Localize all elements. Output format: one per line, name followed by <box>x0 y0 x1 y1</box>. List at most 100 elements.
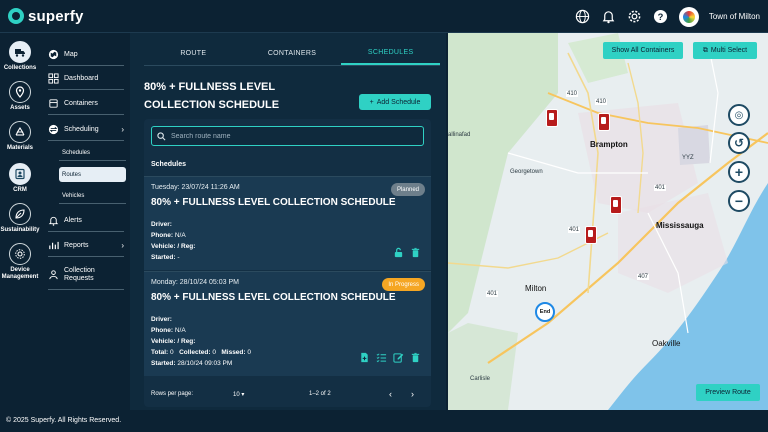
globe-icon[interactable] <box>575 9 591 25</box>
tab-containers[interactable]: CONTAINERS <box>243 41 342 65</box>
org-name[interactable]: Town of Milton <box>709 12 760 21</box>
started-label: Started: <box>151 360 176 367</box>
left-rail: Collections Assets Materials CRM Sustain… <box>0 33 40 410</box>
missed-value: 0 <box>247 349 251 356</box>
map-label-carlisle: Carlisle <box>470 376 491 382</box>
route-end-marker[interactable]: End <box>535 302 555 322</box>
rows-per-page-select[interactable]: 10 ▾ <box>233 391 244 398</box>
started-field: Started: - <box>151 254 180 261</box>
add-schedule-button[interactable]: + Add Schedule <box>359 94 431 110</box>
next-page-icon[interactable]: › <box>411 389 414 399</box>
schedule-card[interactable]: Monday: 28/10/24 05:03 PM 80% + FULLNESS… <box>144 271 431 376</box>
rail-item-assets[interactable]: Assets <box>0 81 40 112</box>
driver-label: Driver: <box>151 316 172 323</box>
chevron-right-icon: › <box>121 125 124 134</box>
top-bar: superfy ? Town of Milton <box>0 0 768 33</box>
map-label-mississauga: Mississauga <box>656 221 704 230</box>
started-label: Started: <box>151 254 176 261</box>
bell-icon[interactable] <box>601 9 617 25</box>
schedule-date: Tuesday: 23/07/24 11:26 AM <box>151 184 240 191</box>
started-field: Started: 28/10/24 09:03 PM <box>151 360 232 367</box>
tab-route[interactable]: ROUTE <box>144 41 243 65</box>
map-label-georgetown: Georgetown <box>510 169 543 175</box>
trash-icon[interactable] <box>410 247 421 258</box>
card-actions <box>359 352 421 363</box>
phone-label: Phone: <box>151 232 174 239</box>
locate-icon[interactable]: ◎ <box>728 104 750 126</box>
truck-icon <box>9 41 31 63</box>
highway-shield: 407 <box>637 274 650 280</box>
rail-item-collections[interactable]: Collections <box>0 41 40 72</box>
pin-icon <box>9 81 31 103</box>
chevron-right-icon: › <box>121 241 124 250</box>
rail-label: Collections <box>3 65 37 71</box>
rail-item-sustainability[interactable]: Sustainability <box>0 203 40 234</box>
brand-logo[interactable]: superfy <box>8 8 84 25</box>
nav-item-alerts[interactable]: Alerts <box>48 210 124 232</box>
map-label-oakville: Oakville <box>652 339 681 348</box>
gear-icon[interactable] <box>627 9 643 25</box>
nav-item-reports[interactable]: Reports › <box>48 235 124 257</box>
prev-page-icon[interactable]: ‹ <box>389 389 392 399</box>
highway-shield: 401 <box>486 291 499 297</box>
schedule-name: 80% + FULLNESS LEVEL COLLECTION SCHEDULE <box>151 197 396 208</box>
rail-label: CRM <box>13 187 27 193</box>
container-icon <box>49 99 58 108</box>
highway-shield: 401 <box>568 227 581 233</box>
checklist-icon[interactable] <box>376 352 387 363</box>
map-label-ballinafad: allinafad <box>448 132 471 138</box>
org-avatar[interactable] <box>678 6 699 27</box>
container-marker[interactable] <box>598 113 610 131</box>
nav-item-dashboard[interactable]: Dashboard <box>48 68 124 90</box>
nav-sub-vehicles[interactable]: Vehicles <box>59 189 126 204</box>
edit-icon[interactable] <box>393 352 404 363</box>
add-schedule-label: Add Schedule <box>376 98 421 106</box>
container-marker[interactable] <box>610 196 622 214</box>
rail-item-materials[interactable]: Materials <box>0 121 40 152</box>
collected-label: Collected: <box>179 349 211 356</box>
superfy-logo-icon <box>8 8 24 24</box>
nav-label: Map <box>64 51 78 58</box>
search-input[interactable] <box>171 132 411 140</box>
status-badge: In Progress <box>382 278 425 291</box>
container-marker[interactable] <box>585 226 597 244</box>
map-label-brampton: Brampton <box>590 140 628 149</box>
container-marker[interactable] <box>546 109 558 127</box>
unlock-icon[interactable] <box>393 247 404 258</box>
nav-item-scheduling[interactable]: Scheduling › <box>48 119 124 141</box>
nav-sub-schedules[interactable]: Schedules <box>59 146 126 161</box>
rail-item-device-management[interactable]: Device Management <box>0 243 40 281</box>
map-view[interactable]: Show All Containers ⧉ Multi Select ◎ ↺ +… <box>448 33 768 410</box>
nav-item-collection-requests[interactable]: Collection Requests <box>48 260 124 290</box>
multi-select-icon: ⧉ <box>702 46 708 54</box>
show-all-containers-button[interactable]: Show All Containers <box>603 42 683 59</box>
crm-icon <box>9 163 31 185</box>
nav-sub-routes[interactable]: Routes <box>59 167 126 182</box>
nav-item-containers[interactable]: Containers <box>48 93 124 115</box>
schedule-card[interactable]: Tuesday: 23/07/24 11:26 AM 80% + FULLNES… <box>144 176 431 270</box>
multi-select-button[interactable]: ⧉ Multi Select <box>693 42 757 59</box>
panel-tabs: ROUTE CONTAINERS SCHEDULES <box>144 41 441 66</box>
zoom-in-icon[interactable]: + <box>728 161 750 183</box>
driver-field: Driver: <box>151 316 172 323</box>
schedule-date: Monday: 28/10/24 05:03 PM <box>151 279 239 286</box>
map-label-milton: Milton <box>525 284 547 293</box>
help-icon[interactable]: ? <box>653 9 669 25</box>
multi-select-label: Multi Select <box>710 47 748 54</box>
add-document-icon[interactable] <box>359 352 370 363</box>
rail-item-crm[interactable]: CRM <box>0 163 40 194</box>
started-value: - <box>177 254 180 261</box>
reset-rotation-icon[interactable]: ↺ <box>728 132 750 154</box>
trash-icon[interactable] <box>410 352 421 363</box>
started-value: 28/10/24 09:03 PM <box>177 360 233 367</box>
nav-item-map[interactable]: Map <box>48 44 124 66</box>
tab-schedules[interactable]: SCHEDULES <box>341 41 441 65</box>
zoom-out-icon[interactable]: − <box>728 190 750 212</box>
vehicle-field: Vehicle: / Reg: <box>151 338 195 345</box>
missed-label: Missed: <box>221 349 246 356</box>
vehicle-value: / Reg: <box>177 243 196 250</box>
preview-route-button[interactable]: Preview Route <box>696 384 760 401</box>
reports-icon <box>49 241 59 250</box>
total-value: 0 <box>170 349 174 356</box>
map-label-yyz: YYZ <box>682 155 694 161</box>
